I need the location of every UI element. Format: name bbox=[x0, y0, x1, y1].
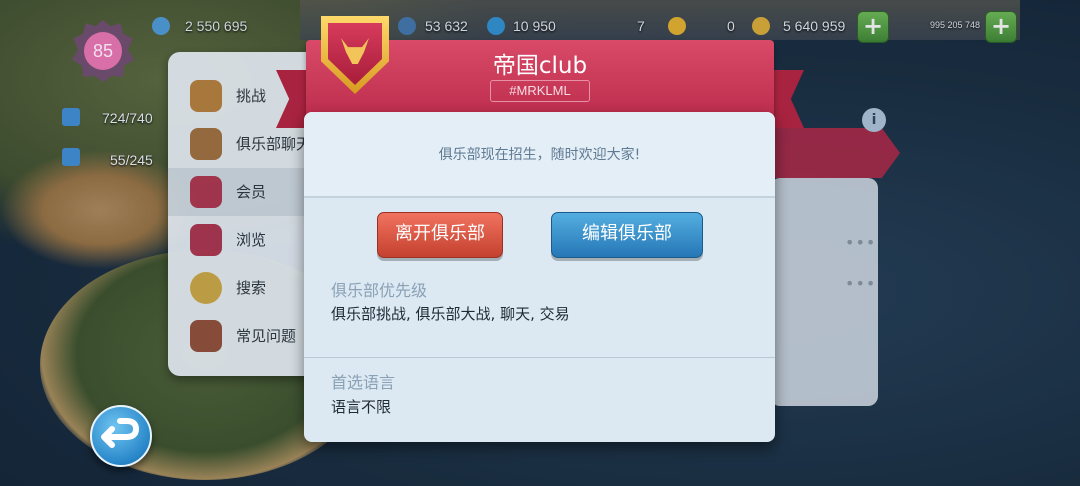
language-label: 首选语言 bbox=[331, 373, 396, 392]
background-ribbon bbox=[770, 128, 900, 178]
section-divider bbox=[304, 357, 775, 358]
more-options-icon[interactable]: ••• bbox=[845, 274, 876, 293]
other-stat-value: 55/245 bbox=[110, 152, 153, 168]
simcash-value: 10 950 bbox=[513, 18, 556, 34]
members-shield-icon bbox=[190, 176, 222, 208]
club-tag: #MRKLML bbox=[490, 80, 590, 102]
money-value: 5 640 959 bbox=[783, 18, 846, 34]
back-arrow-icon bbox=[101, 418, 139, 448]
browse-shield-icon bbox=[190, 224, 222, 256]
golden-keys-value: 0 bbox=[727, 18, 735, 34]
priority-value: 俱乐部挑战, 俱乐部大战, 聊天, 交易 bbox=[331, 305, 570, 323]
back-button[interactable] bbox=[90, 405, 152, 467]
coin-icon bbox=[752, 17, 770, 35]
other-stat-icon bbox=[62, 148, 80, 166]
storage-icon bbox=[62, 108, 80, 126]
population-icon bbox=[152, 17, 170, 35]
simoleon-icon bbox=[398, 17, 416, 35]
faq-book-icon bbox=[190, 320, 222, 352]
simcash-icon bbox=[487, 17, 505, 35]
edit-club-button[interactable]: 编辑俱乐部 bbox=[551, 212, 703, 258]
simoleon-value: 53 632 bbox=[425, 18, 468, 34]
search-icon bbox=[190, 272, 222, 304]
more-options-icon[interactable]: ••• bbox=[845, 233, 876, 252]
add-resource-button[interactable]: + bbox=[985, 11, 1017, 43]
population-value: 2 550 695 bbox=[185, 18, 248, 34]
info-icon[interactable]: i bbox=[862, 108, 886, 132]
club-info-dialog: 俱乐部现在招生，随时欢迎大家! 离开俱乐部 编辑俱乐部 俱乐部优先级 俱乐部挑战… bbox=[304, 112, 775, 442]
club-description: 俱乐部现在招生，随时欢迎大家! bbox=[438, 147, 641, 163]
language-value: 语言不限 bbox=[331, 398, 392, 416]
small-value: 995 205 748 bbox=[930, 20, 981, 30]
priority-label: 俱乐部优先级 bbox=[331, 281, 428, 300]
leave-club-button[interactable]: 离开俱乐部 bbox=[377, 212, 503, 258]
club-emblem-icon bbox=[321, 16, 389, 94]
level-number: 85 bbox=[84, 32, 122, 70]
key-icon bbox=[668, 17, 686, 35]
chat-icon bbox=[190, 128, 222, 160]
level-badge[interactable]: 85 bbox=[72, 20, 134, 82]
keys-value: 7 bbox=[637, 18, 645, 34]
chest-icon bbox=[190, 80, 222, 112]
storage-value: 724/740 bbox=[102, 110, 153, 126]
add-money-button[interactable]: + bbox=[857, 11, 889, 43]
club-description-area: 俱乐部现在招生，随时欢迎大家! bbox=[304, 112, 775, 198]
